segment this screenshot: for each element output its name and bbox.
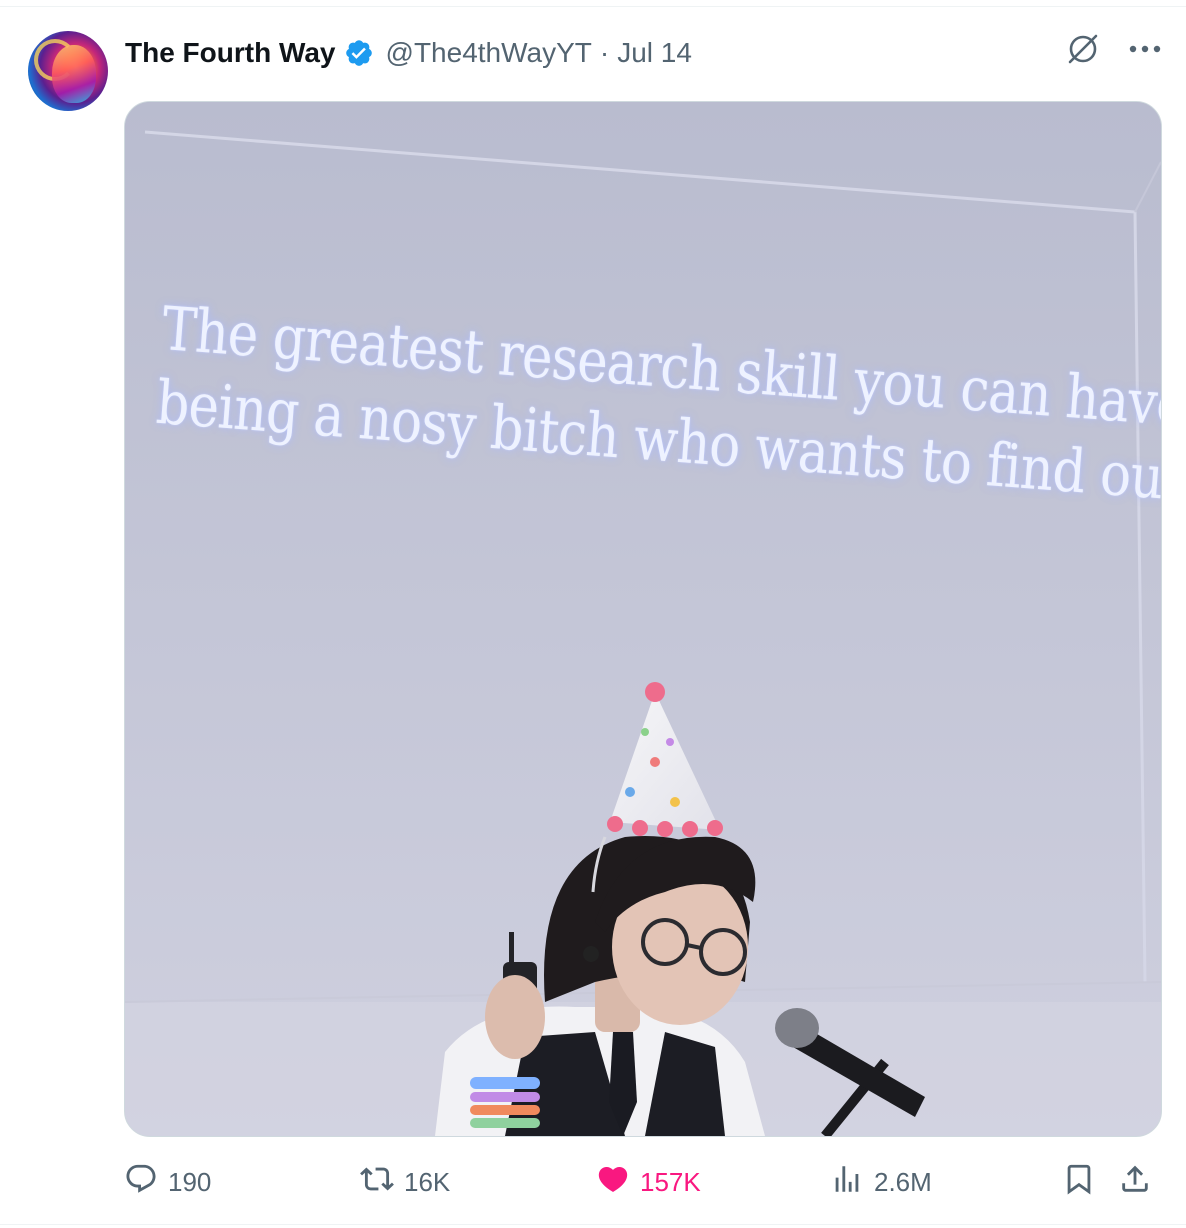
tweet-photo[interactable]: The greatest research skill you can have… (124, 101, 1162, 1137)
bottom-divider (0, 1224, 1186, 1225)
reply-icon (124, 1162, 158, 1203)
tweet-date[interactable]: Jul 14 (617, 37, 692, 69)
repost-count: 16K (404, 1166, 451, 1197)
more-icon[interactable] (1128, 44, 1162, 54)
repost-icon (360, 1162, 394, 1203)
heart-icon (596, 1162, 630, 1203)
top-divider (0, 6, 1186, 7)
bookmark-icon (1062, 1162, 1096, 1203)
avatar-face (52, 45, 96, 103)
author-handle[interactable]: @The4thWayYT (386, 37, 592, 69)
bookmark-button[interactable] (1062, 1160, 1096, 1204)
photo-scene (125, 102, 1161, 1136)
repost-button[interactable]: 16K (360, 1160, 450, 1204)
views-icon (830, 1162, 864, 1203)
share-button[interactable] (1118, 1160, 1152, 1204)
header-actions (1064, 30, 1162, 68)
tweet-header: The Fourth Way @The4thWayYT · Jul 14 (125, 33, 692, 73)
views-count: 2.6M (874, 1166, 932, 1197)
header-separator: · (599, 37, 610, 68)
author-avatar[interactable] (28, 31, 108, 111)
like-count: 157K (640, 1166, 701, 1197)
author-display-name[interactable]: The Fourth Way (125, 37, 336, 69)
share-icon (1118, 1162, 1152, 1203)
like-button[interactable]: 157K (596, 1160, 701, 1204)
verified-badge-icon (344, 38, 374, 68)
reply-count: 190 (168, 1166, 212, 1197)
views-button[interactable]: 2.6M (830, 1160, 932, 1204)
grok-icon[interactable] (1064, 30, 1102, 68)
tweet-actions: 190 16K 157K 2.6M (124, 1160, 1160, 1204)
reply-button[interactable]: 190 (124, 1160, 211, 1204)
